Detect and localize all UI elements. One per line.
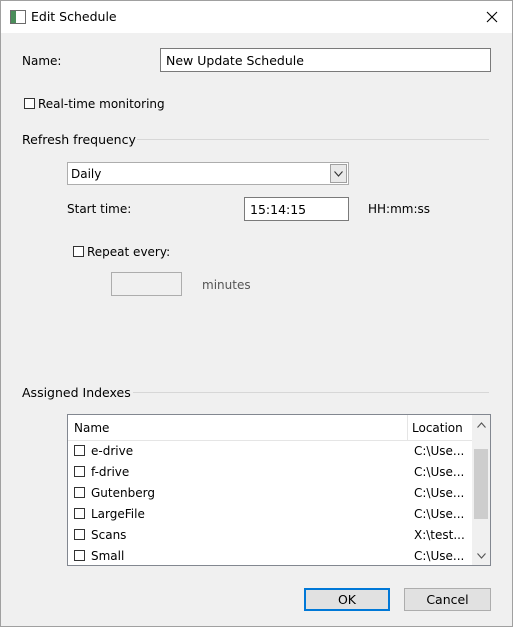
vertical-scrollbar[interactable]	[472, 415, 490, 565]
title-bar: Edit Schedule	[1, 1, 512, 33]
ok-button[interactable]: OK	[304, 588, 390, 611]
list-header: Name Location	[68, 415, 472, 441]
frequency-dropdown[interactable]: Daily	[67, 162, 349, 185]
start-time-input[interactable]: 15:14:15	[244, 197, 349, 221]
index-checkbox[interactable]	[74, 550, 85, 561]
list-item[interactable]: Small C:\Use...	[68, 546, 472, 565]
column-header-name[interactable]: Name	[74, 421, 109, 435]
name-label: Name:	[22, 54, 62, 68]
name-input[interactable]: New Update Schedule	[160, 48, 491, 72]
column-separator[interactable]	[407, 415, 408, 440]
chevron-up-icon	[476, 421, 486, 428]
repeat-interval-input[interactable]	[111, 272, 182, 296]
index-name: LargeFile	[91, 507, 145, 521]
assigned-indexes-list[interactable]: Name Location e-drive C:\Use... f-drive …	[67, 414, 491, 566]
index-location: C:\Use...	[414, 444, 465, 458]
assigned-indexes-divider	[133, 392, 489, 393]
edit-schedule-dialog: Edit Schedule Name: New Update Schedule …	[0, 0, 513, 627]
chevron-down-icon	[334, 170, 343, 177]
repeat-every-label: Repeat every:	[87, 245, 171, 259]
close-button[interactable]	[472, 1, 512, 33]
start-time-value: 15:14:15	[250, 201, 307, 217]
time-format-label: HH:mm:ss	[368, 202, 431, 216]
index-name: Gutenberg	[91, 486, 155, 500]
index-name: Small	[91, 549, 125, 563]
scroll-up-button[interactable]	[472, 416, 490, 433]
realtime-monitoring-label: Real-time monitoring	[38, 97, 165, 111]
index-checkbox[interactable]	[74, 508, 85, 519]
cancel-button[interactable]: Cancel	[404, 588, 491, 611]
frequency-dropdown-value: Daily	[71, 166, 102, 181]
index-name: Scans	[91, 528, 127, 542]
index-location: C:\Use...	[414, 549, 465, 563]
repeat-every-checkbox[interactable]	[73, 246, 84, 257]
list-item[interactable]: Scans X:\test...	[68, 525, 472, 546]
list-item[interactable]: f-drive C:\Use...	[68, 462, 472, 483]
list-item[interactable]: Gutenberg C:\Use...	[68, 483, 472, 504]
refresh-frequency-group-label: Refresh frequency	[22, 132, 136, 147]
refresh-frequency-divider	[137, 139, 489, 140]
column-header-location[interactable]: Location	[412, 421, 463, 435]
minutes-label: minutes	[202, 278, 251, 292]
index-name: f-drive	[91, 465, 130, 479]
frequency-dropdown-button[interactable]	[330, 164, 347, 183]
chevron-down-icon	[476, 552, 486, 559]
list-item[interactable]: LargeFile C:\Use...	[68, 504, 472, 525]
name-input-value: New Update Schedule	[166, 52, 304, 68]
index-name: e-drive	[91, 444, 134, 458]
index-location: C:\Use...	[414, 465, 465, 479]
scroll-thumb[interactable]	[474, 449, 488, 519]
scroll-down-button[interactable]	[472, 547, 490, 564]
index-checkbox[interactable]	[74, 445, 85, 456]
list-item[interactable]: e-drive C:\Use...	[68, 441, 472, 462]
index-location: X:\test...	[414, 528, 465, 542]
index-checkbox[interactable]	[74, 529, 85, 540]
index-checkbox[interactable]	[74, 487, 85, 498]
start-time-label: Start time:	[67, 202, 132, 216]
window-app-icon	[10, 10, 26, 24]
assigned-indexes-group-label: Assigned Indexes	[22, 385, 131, 400]
window-title: Edit Schedule	[31, 9, 117, 24]
index-checkbox[interactable]	[74, 466, 85, 477]
close-icon	[486, 11, 498, 23]
index-location: C:\Use...	[414, 486, 465, 500]
index-location: C:\Use...	[414, 507, 465, 521]
realtime-monitoring-checkbox[interactable]	[24, 98, 35, 109]
